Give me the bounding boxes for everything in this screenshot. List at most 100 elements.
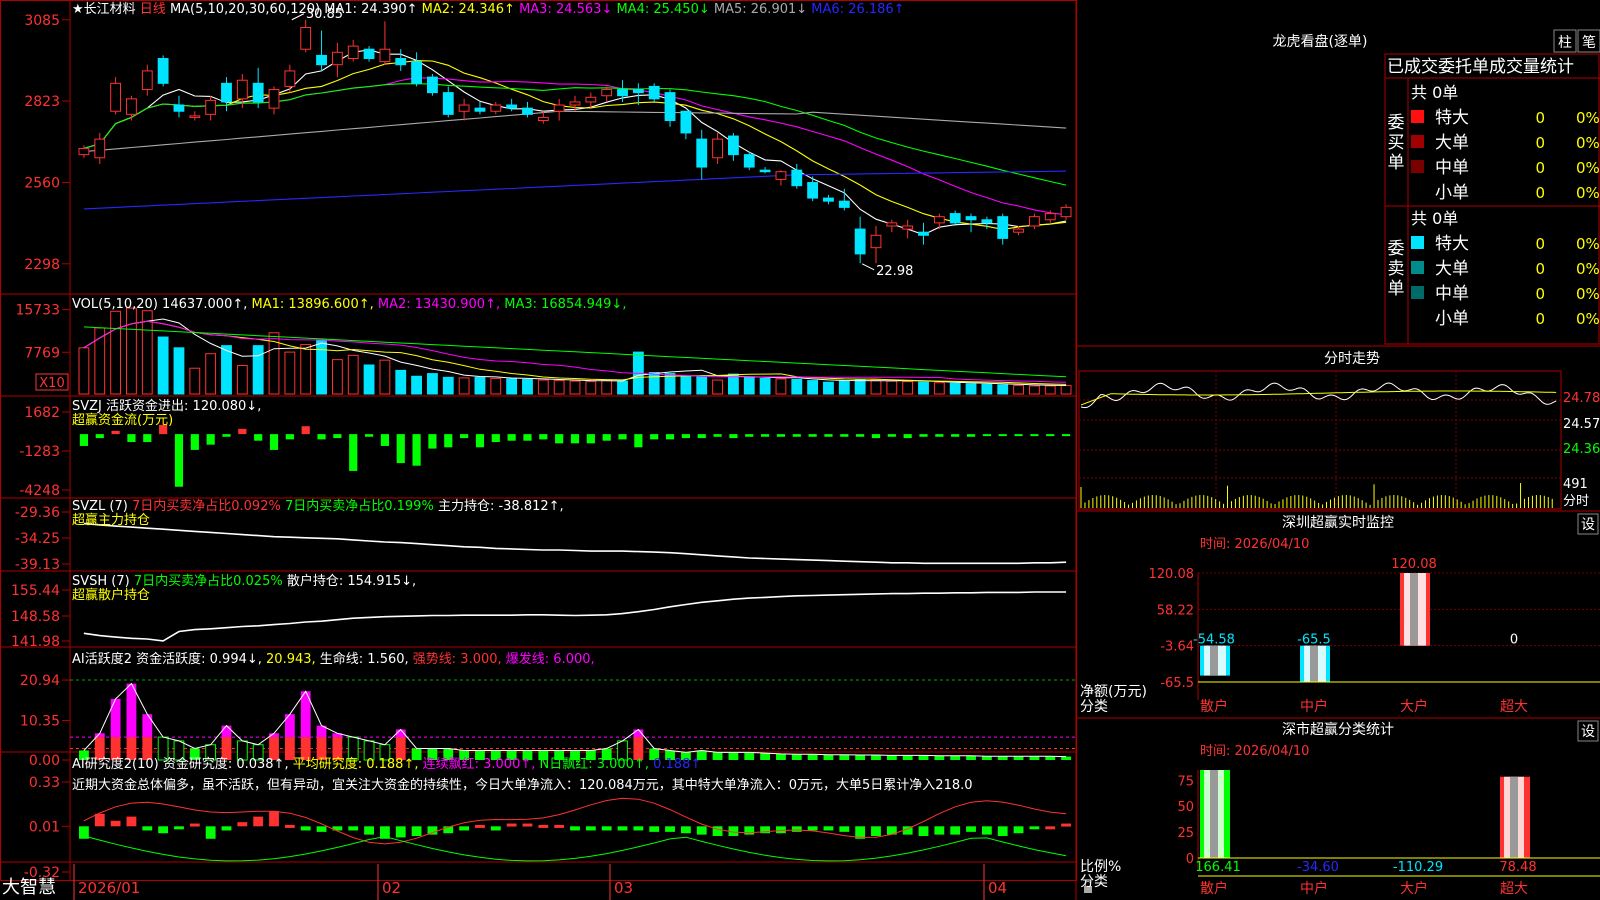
volume-bar[interactable]: [205, 353, 217, 395]
volume-bar[interactable]: [78, 347, 90, 395]
candle[interactable]: [110, 82, 122, 112]
research-bar[interactable]: [633, 826, 644, 831]
activity-bar-magenta[interactable]: [221, 725, 232, 738]
candle[interactable]: [363, 48, 375, 60]
volume-bar[interactable]: [680, 375, 692, 395]
sc-bar-core[interactable]: [1210, 770, 1218, 858]
volume-bar[interactable]: [173, 347, 185, 395]
fund-flow-bar[interactable]: [143, 434, 152, 443]
activity-bar-green[interactable]: [839, 754, 850, 760]
research-bar[interactable]: [174, 826, 184, 830]
candle[interactable]: [553, 104, 565, 112]
fund-flow-bar[interactable]: [301, 426, 310, 435]
volume-bar[interactable]: [965, 383, 977, 395]
volume-bar[interactable]: [617, 380, 628, 395]
volume-bar[interactable]: [236, 365, 248, 395]
candle[interactable]: [632, 89, 644, 94]
research-bar[interactable]: [158, 826, 169, 834]
volume-bar[interactable]: [712, 379, 723, 395]
candle[interactable]: [854, 228, 866, 255]
research-bar[interactable]: [696, 826, 707, 835]
volume-bar[interactable]: [601, 380, 613, 395]
candle[interactable]: [696, 138, 708, 168]
volume-bar[interactable]: [395, 369, 407, 395]
sc-bar-core[interactable]: [1510, 776, 1518, 858]
candle[interactable]: [617, 89, 628, 97]
research-bar[interactable]: [918, 826, 929, 836]
fund-flow-bar[interactable]: [856, 434, 865, 437]
fund-flow-bar[interactable]: [111, 430, 120, 435]
activity-bar-green[interactable]: [934, 755, 945, 760]
fund-flow-bar[interactable]: [428, 434, 437, 449]
research-bar[interactable]: [94, 813, 105, 827]
volume-bar[interactable]: [300, 344, 312, 395]
research-bar[interactable]: [776, 826, 786, 834]
price-panel[interactable]: 308528232560229830.8522.98: [24, 7, 1072, 279]
candle[interactable]: [823, 197, 834, 202]
fund-flow-bar[interactable]: [665, 434, 675, 440]
fund-flow-bar[interactable]: [333, 434, 342, 439]
fund-flow-bar[interactable]: [460, 434, 469, 439]
fund-flow-bar[interactable]: [602, 434, 611, 441]
fund-flow-bar[interactable]: [761, 434, 770, 437]
activity-bar-green[interactable]: [776, 753, 786, 760]
candle[interactable]: [743, 154, 755, 168]
candle[interactable]: [870, 234, 882, 249]
research-bar[interactable]: [807, 826, 818, 831]
candle[interactable]: [838, 200, 850, 208]
research-bar[interactable]: [221, 826, 232, 831]
volume-bar[interactable]: [474, 376, 486, 395]
volume-bar[interactable]: [141, 310, 153, 395]
volume-bar[interactable]: [522, 378, 533, 395]
fund-flow-bar[interactable]: [523, 434, 532, 441]
research-bar[interactable]: [934, 826, 945, 835]
sc-bar[interactable]: [1500, 776, 1530, 858]
volume-bar[interactable]: [569, 380, 581, 395]
volume-bar[interactable]: [490, 377, 502, 395]
fund-flow-bar[interactable]: [729, 434, 738, 439]
candle[interactable]: [1013, 228, 1024, 233]
activity-bar-green[interactable]: [886, 755, 897, 760]
research-bar[interactable]: [316, 826, 327, 832]
activity-bar-green[interactable]: [744, 752, 755, 760]
research-bar[interactable]: [1045, 826, 1056, 830]
candle[interactable]: [965, 216, 977, 221]
research-bar[interactable]: [253, 816, 264, 827]
activity-bar-green[interactable]: [1029, 756, 1040, 760]
sz-bar-core[interactable]: [1310, 645, 1318, 682]
fund-flow-bar[interactable]: [745, 434, 754, 437]
volume-bar[interactable]: [838, 380, 850, 395]
volume-bar[interactable]: [221, 345, 232, 395]
activity-bar-green[interactable]: [1013, 756, 1024, 760]
candle[interactable]: [331, 51, 343, 66]
candle[interactable]: [347, 45, 359, 60]
research-bar[interactable]: [348, 826, 359, 831]
research-bar[interactable]: [269, 811, 279, 827]
fund-flow-bar[interactable]: [127, 434, 136, 443]
research-bar[interactable]: [680, 826, 691, 834]
volume-bar[interactable]: [553, 380, 565, 395]
fund-flow-bar[interactable]: [190, 434, 199, 450]
fund-flow-bar[interactable]: [713, 434, 722, 437]
ai-activity-panel[interactable]: 20.94 10.35 0.00: [20, 673, 1076, 769]
volume-bar[interactable]: [331, 359, 343, 395]
activity-bar-green[interactable]: [966, 755, 976, 760]
settings-button[interactable]: 设: [1577, 513, 1599, 535]
candle[interactable]: [648, 85, 660, 100]
fund-flow-bar[interactable]: [618, 434, 627, 440]
volume-bar[interactable]: [854, 378, 866, 395]
volume-bar[interactable]: [506, 378, 518, 395]
candle[interactable]: [664, 92, 676, 122]
volume-bar[interactable]: [458, 377, 470, 395]
fund-flow-bar[interactable]: [364, 434, 374, 437]
candle[interactable]: [1028, 216, 1040, 227]
candle[interactable]: [601, 89, 613, 97]
candle[interactable]: [490, 104, 502, 112]
fund-flow-bar[interactable]: [824, 434, 833, 437]
candle[interactable]: [78, 147, 90, 156]
sz-bar[interactable]: [1200, 645, 1230, 676]
research-bar[interactable]: [475, 824, 485, 828]
fund-flow-bar[interactable]: [238, 428, 247, 435]
candle[interactable]: [712, 138, 723, 159]
volume-bar[interactable]: [363, 364, 375, 395]
